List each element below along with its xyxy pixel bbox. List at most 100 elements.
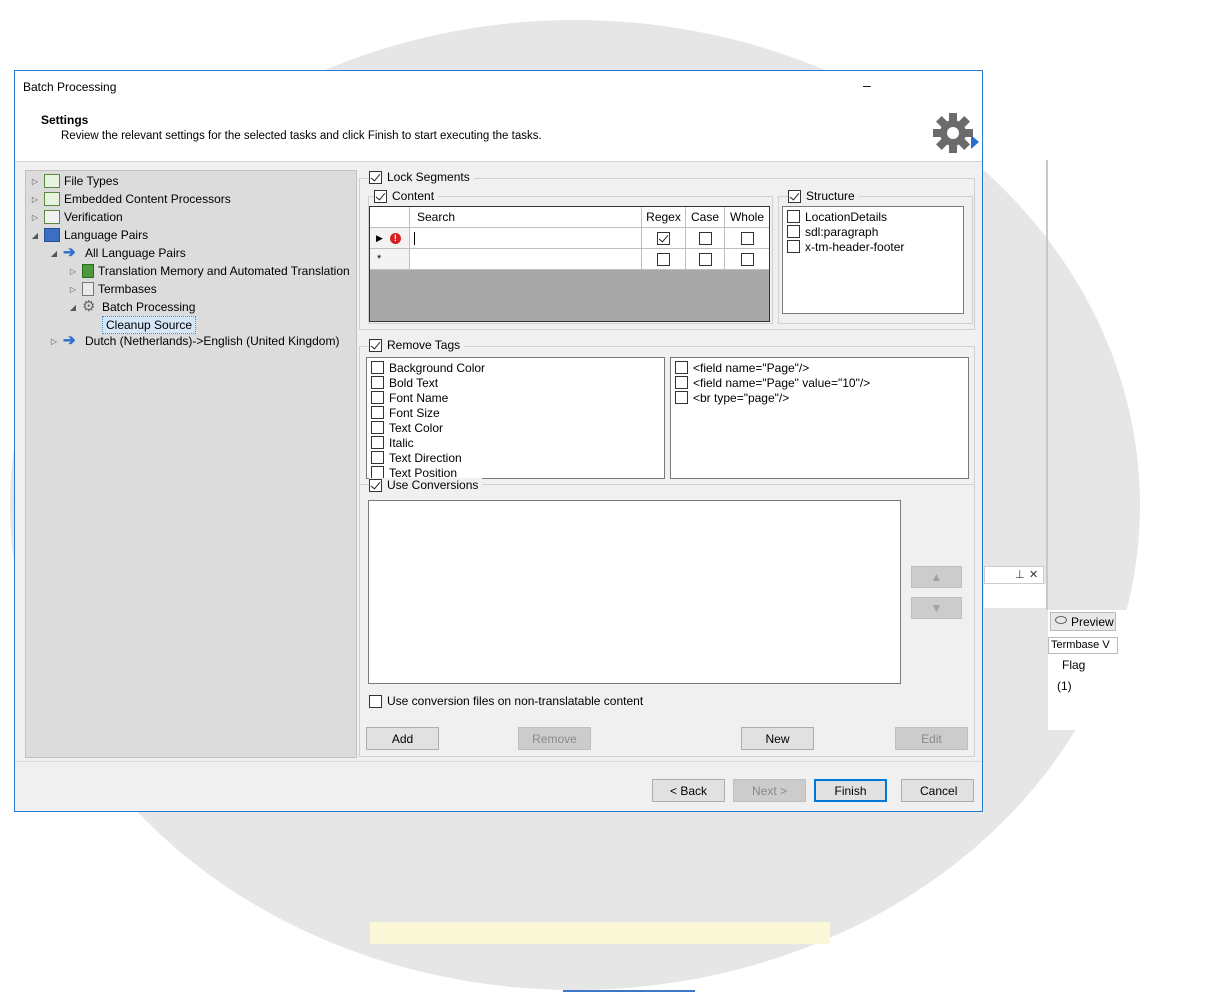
collapse-arrow-icon[interactable]: ◢ (49, 249, 59, 258)
remove-tags-checkbox[interactable]: Remove Tags (369, 338, 465, 352)
column-header-case[interactable]: Case (686, 207, 725, 227)
conversions-list[interactable] (368, 500, 901, 684)
structure-checkbox[interactable]: Structure (788, 189, 859, 203)
checkbox-box[interactable] (371, 421, 384, 434)
language-pair-icon (44, 228, 60, 242)
close-icon[interactable]: ✕ (1029, 568, 1038, 581)
cancel-button[interactable]: Cancel (901, 779, 974, 802)
row-selector[interactable]: ▶ ! (370, 228, 410, 248)
search-cell[interactable] (410, 249, 642, 269)
finish-button[interactable]: Finish (814, 779, 887, 802)
back-button[interactable]: < Back (652, 779, 725, 802)
whole-cell[interactable] (725, 249, 769, 269)
use-conversions-label: Use Conversions (387, 478, 479, 492)
list-item[interactable]: Font Size (371, 405, 440, 420)
tree-item-batch-processing[interactable]: ◢ ⚙ Batch Processing (68, 298, 195, 316)
table-row[interactable]: ▶ ! (370, 228, 769, 249)
nontranslatable-checkbox[interactable]: Use conversion files on non-translatable… (369, 694, 643, 708)
whole-checkbox[interactable] (740, 252, 754, 266)
expand-arrow-icon[interactable]: ▷ (68, 267, 78, 276)
expand-arrow-icon[interactable]: ▷ (30, 195, 40, 204)
checkbox-box[interactable] (787, 240, 800, 253)
next-button[interactable]: Next > (733, 779, 806, 802)
column-header-regex[interactable]: Regex (642, 207, 686, 227)
checkbox-box[interactable] (369, 478, 382, 492)
checkbox-box[interactable] (369, 694, 382, 708)
tree-item-label: Termbases (98, 282, 157, 296)
tree-item-language-pairs[interactable]: ◢ Language Pairs (30, 226, 148, 244)
case-cell[interactable] (686, 228, 725, 248)
checkbox-box[interactable] (787, 210, 800, 223)
checkbox-box[interactable] (788, 189, 801, 203)
list-item[interactable]: LocationDetails (787, 209, 887, 224)
tree-item-dutch-english[interactable]: ▷ ➔ Dutch (Netherlands)->English (United… (49, 332, 340, 350)
tree-item-translation-memory[interactable]: ▷ Translation Memory and Automated Trans… (68, 262, 350, 280)
case-checkbox[interactable] (698, 231, 712, 245)
list-item[interactable]: Font Name (371, 390, 448, 405)
list-item[interactable]: <field name="Page"/> (675, 360, 809, 375)
list-item[interactable]: <field name="Page" value="10"/> (675, 375, 870, 390)
checkbox-box[interactable] (675, 391, 688, 404)
list-item[interactable]: Background Color (371, 360, 485, 375)
list-item[interactable]: Bold Text (371, 375, 438, 390)
tree-item-termbases[interactable]: ▷ Termbases (68, 280, 157, 298)
tree-item-file-types[interactable]: ▷ File Types (30, 172, 118, 190)
column-header-whole[interactable]: Whole (725, 207, 769, 227)
whole-checkbox[interactable] (740, 231, 754, 245)
list-item[interactable]: sdl:paragraph (787, 224, 878, 239)
tree-item-label: File Types (64, 174, 119, 188)
content-checkbox[interactable]: Content (374, 189, 439, 203)
regex-checkbox[interactable] (657, 252, 670, 266)
expand-arrow-icon[interactable]: ▷ (68, 285, 78, 294)
checkbox-box[interactable] (371, 391, 384, 404)
list-item[interactable]: Italic (371, 435, 414, 450)
new-button[interactable]: New (741, 727, 814, 750)
list-item[interactable]: Text Position (371, 465, 457, 478)
checkbox-box[interactable] (371, 451, 384, 464)
search-cell[interactable] (410, 228, 642, 248)
add-button[interactable]: Add (366, 727, 439, 750)
list-item[interactable]: Text Color (371, 420, 443, 435)
checkbox-box[interactable] (371, 376, 384, 389)
checkbox-box[interactable] (675, 361, 688, 374)
checkbox-box[interactable] (369, 170, 382, 184)
checkbox-box[interactable] (675, 376, 688, 389)
regex-cell[interactable] (642, 249, 686, 269)
expand-arrow-icon[interactable]: ▷ (30, 213, 40, 222)
expand-arrow-icon[interactable]: ▷ (49, 337, 59, 346)
regex-cell[interactable] (642, 228, 686, 248)
list-item[interactable]: x-tm-header-footer (787, 239, 904, 254)
expand-arrow-icon[interactable]: ▷ (30, 177, 40, 186)
case-checkbox[interactable] (698, 252, 712, 266)
tab-preview[interactable]: Preview (1050, 612, 1116, 631)
remove-button[interactable]: Remove (518, 727, 591, 750)
minimize-button[interactable]: – (863, 77, 877, 93)
case-cell[interactable] (686, 249, 725, 269)
regex-checkbox[interactable] (657, 231, 670, 245)
checkbox-box[interactable] (369, 338, 382, 352)
pin-icon[interactable]: ⊥ (1015, 568, 1025, 581)
page-title: Settings (41, 113, 89, 127)
edit-button[interactable]: Edit (895, 727, 968, 750)
list-item[interactable]: <br type="page"/> (675, 390, 789, 405)
tree-item-all-language-pairs[interactable]: ◢ ➔ All Language Pairs (49, 244, 186, 262)
whole-cell[interactable] (725, 228, 769, 248)
checkbox-box[interactable] (787, 225, 800, 238)
checkbox-box[interactable] (371, 436, 384, 449)
nontranslatable-label: Use conversion files on non-translatable… (387, 694, 644, 708)
move-down-button[interactable]: ▼ (911, 597, 962, 619)
tree-item-label: Verification (64, 210, 123, 224)
tree-item-embedded-content[interactable]: ▷ Embedded Content Processors (30, 190, 231, 208)
list-item[interactable]: Text Direction (371, 450, 462, 465)
tree-item-verification[interactable]: ▷ Verification (30, 208, 123, 226)
use-conversions-checkbox[interactable]: Use Conversions (369, 478, 483, 492)
collapse-arrow-icon[interactable]: ◢ (30, 231, 40, 240)
checkbox-box[interactable] (371, 361, 384, 374)
lock-segments-checkbox[interactable]: Lock Segments (369, 170, 474, 184)
collapse-arrow-icon[interactable]: ◢ (68, 303, 78, 312)
move-up-button[interactable]: ▲ (911, 566, 962, 588)
checkbox-box[interactable] (374, 189, 387, 203)
column-header-search[interactable]: Search (410, 207, 642, 227)
table-row-new[interactable]: * (370, 249, 769, 270)
checkbox-box[interactable] (371, 406, 384, 419)
